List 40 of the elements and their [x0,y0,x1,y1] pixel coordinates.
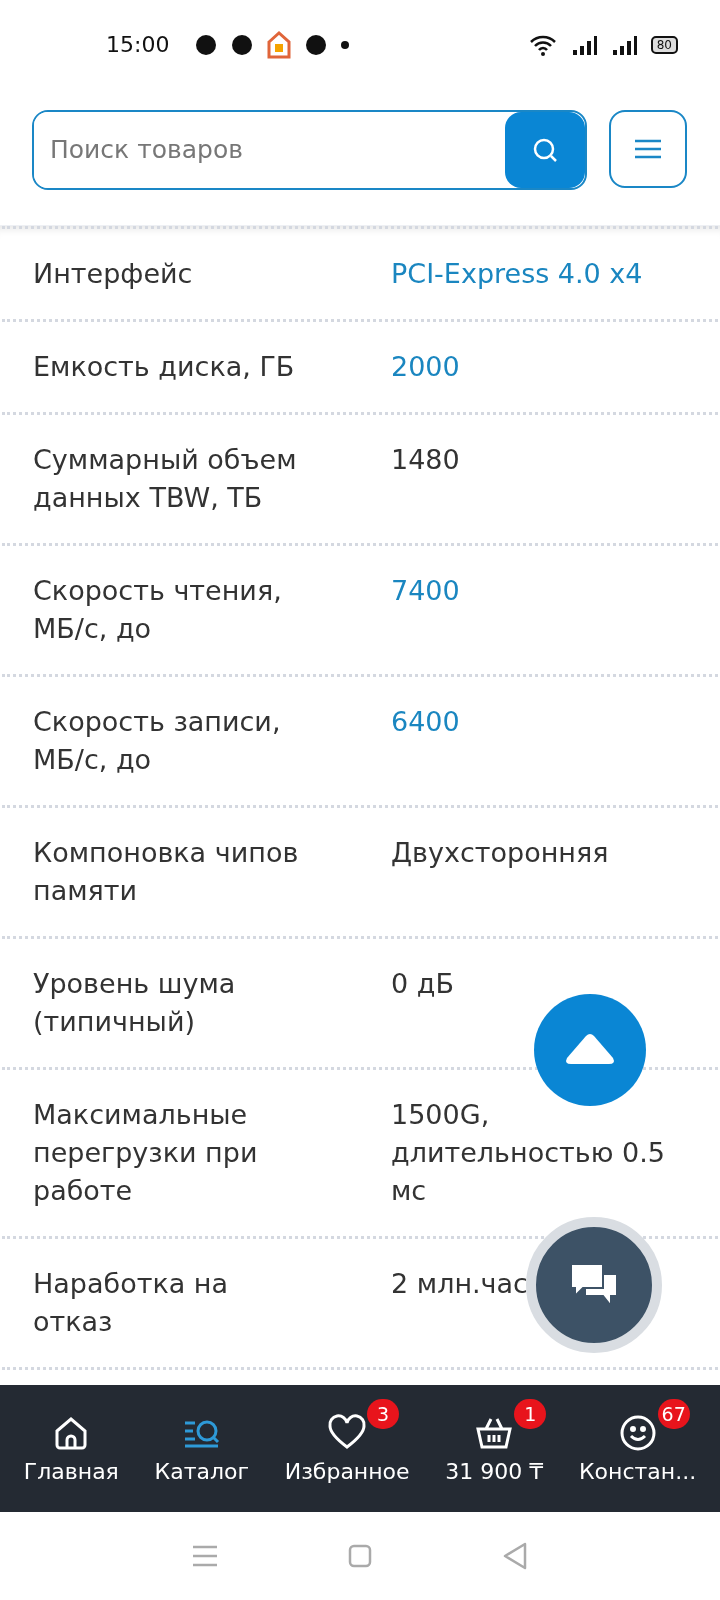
spec-label: Компоновка чипов памяти [33,835,300,908]
status-time: 15:00 [106,32,170,58]
spec-label: Суммарный объем данных TBW, ТБ [33,442,298,515]
spec-link[interactable]: 2000 [391,347,460,386]
spec-value: 2 млн.час [391,1266,528,1301]
spec-value: 1480 [391,442,460,477]
search-field[interactable]: Поиск товаров [32,109,587,190]
nav-tab[interactable]: Каталог [154,1413,249,1485]
menu-icon [634,138,662,159]
spec-label: Максимальные перегрузки при работе [33,1097,259,1208]
spec-link[interactable]: PCI-Express 4.0 x4 [391,254,643,293]
notification-icon [305,33,328,56]
spec-label: Интерфейс [33,256,193,291]
spec-label: Наработка на отказ [33,1266,230,1339]
spec-value: Двухсторонняя [391,835,609,870]
signal-icon [570,33,597,56]
count-badge: 67 [657,1399,690,1430]
wifi-icon [528,33,557,56]
spec-value: 0 дБ [391,966,454,1001]
spec-label: Уровень шума (типичный) [33,966,237,1039]
spec-label: Скорость записи, МБ/с, до [33,704,282,777]
house-icon [267,29,292,60]
spec-value: 1500G, длительностью 0.5 мс [391,1097,666,1208]
notification-icon [231,33,254,56]
home-square-icon[interactable] [348,1544,372,1568]
menu-icon[interactable] [192,1545,218,1567]
dot-icon [341,40,350,49]
nav-tab[interactable]: Главная [23,1413,119,1485]
count-badge: 3 [367,1399,400,1430]
menu-button[interactable] [609,109,687,188]
battery-indicator: 80 [650,35,678,54]
signal-icon [610,33,637,56]
spec-label: Емкость диска, ГБ [33,349,295,384]
spec-link[interactable]: 6400 [391,702,460,779]
spec-link[interactable]: 7400 [391,571,460,648]
search-button[interactable] [505,111,585,188]
count-badge: 1 [514,1399,547,1430]
spec-label: Скорость чтения, МБ/с, до [33,573,283,646]
notification-icon [195,33,218,56]
back-icon[interactable] [502,1542,528,1570]
